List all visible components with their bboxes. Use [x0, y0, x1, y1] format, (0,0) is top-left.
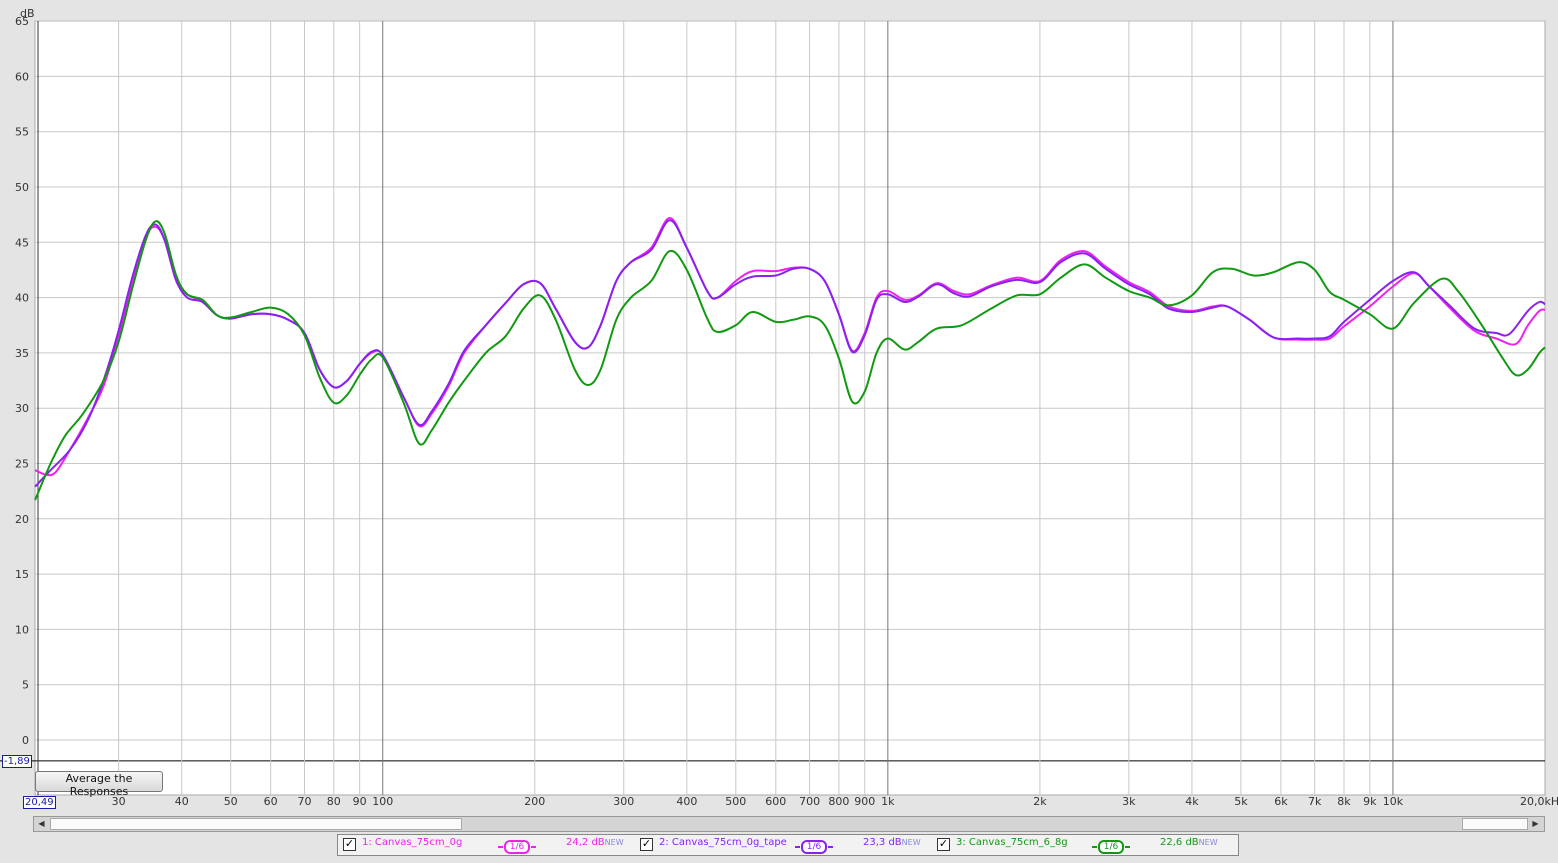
average-responses-button[interactable]: Average the Responses — [35, 771, 163, 798]
scroll-left-icon[interactable]: ◀ — [35, 818, 48, 830]
x-tick-label: 90 — [353, 795, 367, 808]
y-tick-label: 60 — [15, 70, 29, 83]
y-unit-label: dB — [20, 7, 35, 20]
new-tag: NEW — [604, 838, 624, 847]
x-tick-label: 500 — [725, 795, 746, 808]
x-tick-label: 100 — [372, 795, 393, 808]
x-tick-label: 8k — [1337, 795, 1351, 808]
legend-name: 2: Canvas_75cm_0g_tape — [659, 837, 787, 848]
x-tick-label: 60 — [264, 795, 278, 808]
y-tick-label: 10 — [15, 623, 29, 636]
legend-name: 3: Canvas_75cm_6_8g — [956, 837, 1068, 848]
smoothing-badge[interactable]: 1/6 — [1092, 840, 1130, 854]
level-value: 23,3 dB — [863, 837, 902, 848]
y-tick-label: 55 — [15, 126, 29, 139]
x-tick-label: 9k — [1363, 795, 1377, 808]
checkbox-icon[interactable]: ✓ — [937, 838, 950, 851]
x-end-label: 20,0kHz — [1520, 795, 1558, 808]
y-bottom-readout[interactable]: -1,89 — [2, 755, 32, 768]
new-tag: NEW — [901, 838, 921, 847]
x-tick-label: 600 — [765, 795, 786, 808]
legend-level: 24,2 dBNEW — [566, 837, 624, 848]
checkbox-icon[interactable]: ✓ — [343, 838, 356, 851]
x-tick-label: 400 — [676, 795, 697, 808]
y-tick-label: 25 — [15, 458, 29, 471]
y-tick-label: 5 — [22, 679, 29, 692]
x-tick-label: 5k — [1234, 795, 1248, 808]
x-tick-label: 4k — [1185, 795, 1199, 808]
x-tick-label: 70 — [298, 795, 312, 808]
x-tick-label: 40 — [175, 795, 189, 808]
level-value: 22,6 dB — [1160, 837, 1199, 848]
smoothing-badge[interactable]: 1/6 — [498, 840, 536, 854]
horizontal-scrollbar[interactable]: ◀ ▶ — [33, 816, 1545, 832]
smoothing-badge[interactable]: 1/6 — [795, 840, 833, 854]
x-tick-label: 50 — [224, 795, 238, 808]
level-value: 24,2 dB — [566, 837, 605, 848]
legend: ✓ 1: Canvas_75cm_0g 1/6 24,2 dBNEW ✓ 2: … — [337, 834, 1239, 856]
y-tick-label: 15 — [15, 568, 29, 581]
x-tick-label: 2k — [1033, 795, 1047, 808]
y-axis: 05101520253035404550556065 — [15, 15, 29, 747]
y-tick-label: 30 — [15, 402, 29, 415]
x-tick-label: 3k — [1122, 795, 1136, 808]
x-tick-label: 7k — [1308, 795, 1322, 808]
y-tick-label: 20 — [15, 513, 29, 526]
scroll-thumb[interactable] — [50, 818, 462, 830]
y-tick-label: 50 — [15, 181, 29, 194]
x-tick-label: 1k — [881, 795, 895, 808]
x-tick-label: 200 — [524, 795, 545, 808]
x-tick-label: 900 — [854, 795, 875, 808]
y-tick-label: 45 — [15, 236, 29, 249]
legend-level: 23,3 dBNEW — [863, 837, 921, 848]
x-tick-label: 80 — [327, 795, 341, 808]
y-tick-label: 40 — [15, 292, 29, 305]
legend-name: 1: Canvas_75cm_0g — [362, 837, 463, 848]
scroll-right-thumb[interactable] — [1462, 818, 1528, 830]
legend-level: 22,6 dBNEW — [1160, 837, 1218, 848]
x-tick-label: 300 — [613, 795, 634, 808]
y-tick-label: 35 — [15, 347, 29, 360]
y-tick-label: 0 — [22, 734, 29, 747]
checkbox-icon[interactable]: ✓ — [640, 838, 653, 851]
x-tick-label: 700 — [799, 795, 820, 808]
new-tag: NEW — [1198, 838, 1218, 847]
scroll-right-icon[interactable]: ▶ — [1529, 818, 1542, 830]
x-tick-label: 800 — [828, 795, 849, 808]
x-tick-label: 10k — [1383, 795, 1404, 808]
x-start-readout[interactable]: 20,49 — [23, 796, 56, 809]
frequency-response-chart[interactable]: 05101520253035404550556065 30 40 50 60 70 80 9… — [0, 0, 1558, 863]
x-tick-label: 6k — [1274, 795, 1288, 808]
x-axis: 30 40 50 60 70 80 90 100 200 300 400 500 600 700 800 90… — [112, 795, 1558, 808]
